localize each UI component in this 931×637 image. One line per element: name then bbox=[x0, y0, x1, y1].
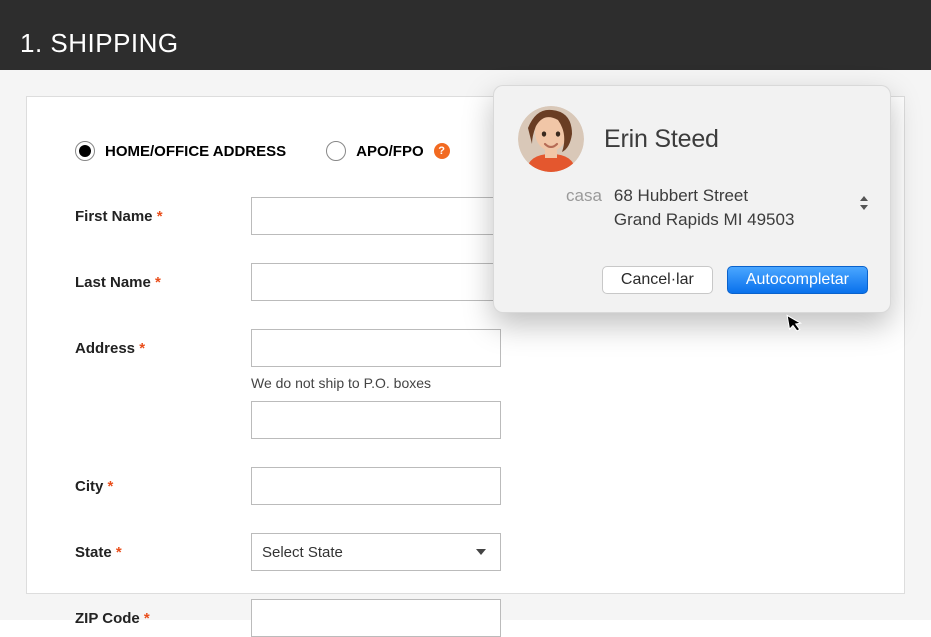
label-address: Address * bbox=[75, 340, 251, 357]
popover-header: Erin Steed bbox=[518, 106, 868, 172]
radio-icon bbox=[75, 141, 95, 161]
label-state: State * bbox=[75, 544, 251, 561]
state-select[interactable]: Select State bbox=[251, 533, 501, 571]
radio-apo-fpo[interactable]: APO/FPO ? bbox=[326, 141, 450, 161]
label-zip: ZIP Code * bbox=[75, 610, 251, 627]
help-icon[interactable]: ? bbox=[434, 143, 450, 159]
label-last-name: Last Name * bbox=[75, 274, 251, 291]
address-hint: We do not ship to P.O. boxes bbox=[251, 375, 856, 391]
address-line2: Grand Rapids MI 49503 bbox=[614, 208, 795, 232]
popover-buttons: Cancel·lar Autocompletar bbox=[518, 266, 868, 294]
address-line1: 68 Hubbert Street bbox=[614, 184, 795, 208]
autofill-popover: Erin Steed casa 68 Hubbert Street Grand … bbox=[493, 85, 891, 313]
zip-input[interactable] bbox=[251, 599, 501, 637]
row-city: City * bbox=[75, 467, 856, 505]
contact-name: Erin Steed bbox=[604, 125, 719, 154]
row-state: State * Select State bbox=[75, 533, 856, 571]
last-name-input[interactable] bbox=[251, 263, 501, 301]
row-zip: ZIP Code * bbox=[75, 599, 856, 637]
address-line2-input[interactable] bbox=[251, 401, 501, 439]
cancel-button[interactable]: Cancel·lar bbox=[602, 266, 713, 294]
state-select-value: Select State bbox=[262, 544, 343, 561]
row-address-line2 bbox=[251, 401, 856, 439]
label-city: City * bbox=[75, 478, 251, 495]
radio-home-office[interactable]: HOME/OFFICE ADDRESS bbox=[75, 141, 286, 161]
page-header: 1. SHIPPING bbox=[0, 0, 931, 70]
radio-label: HOME/OFFICE ADDRESS bbox=[105, 143, 286, 160]
page-title: 1. SHIPPING bbox=[20, 28, 911, 59]
address-lines: 68 Hubbert Street Grand Rapids MI 49503 bbox=[614, 184, 795, 232]
chevron-down-icon bbox=[860, 205, 868, 210]
radio-icon bbox=[326, 141, 346, 161]
autocomplete-button[interactable]: Autocompletar bbox=[727, 266, 868, 294]
row-address: Address * bbox=[75, 329, 856, 367]
address-stepper[interactable] bbox=[856, 192, 872, 214]
chevron-up-icon bbox=[860, 196, 868, 201]
radio-label: APO/FPO bbox=[356, 143, 424, 160]
address-type-label: casa bbox=[566, 184, 602, 232]
label-first-name: First Name * bbox=[75, 208, 251, 225]
chevron-down-icon bbox=[476, 549, 486, 555]
address-line1-input[interactable] bbox=[251, 329, 501, 367]
avatar bbox=[518, 106, 584, 172]
first-name-input[interactable] bbox=[251, 197, 501, 235]
city-input[interactable] bbox=[251, 467, 501, 505]
address-block: casa 68 Hubbert Street Grand Rapids MI 4… bbox=[566, 184, 868, 232]
